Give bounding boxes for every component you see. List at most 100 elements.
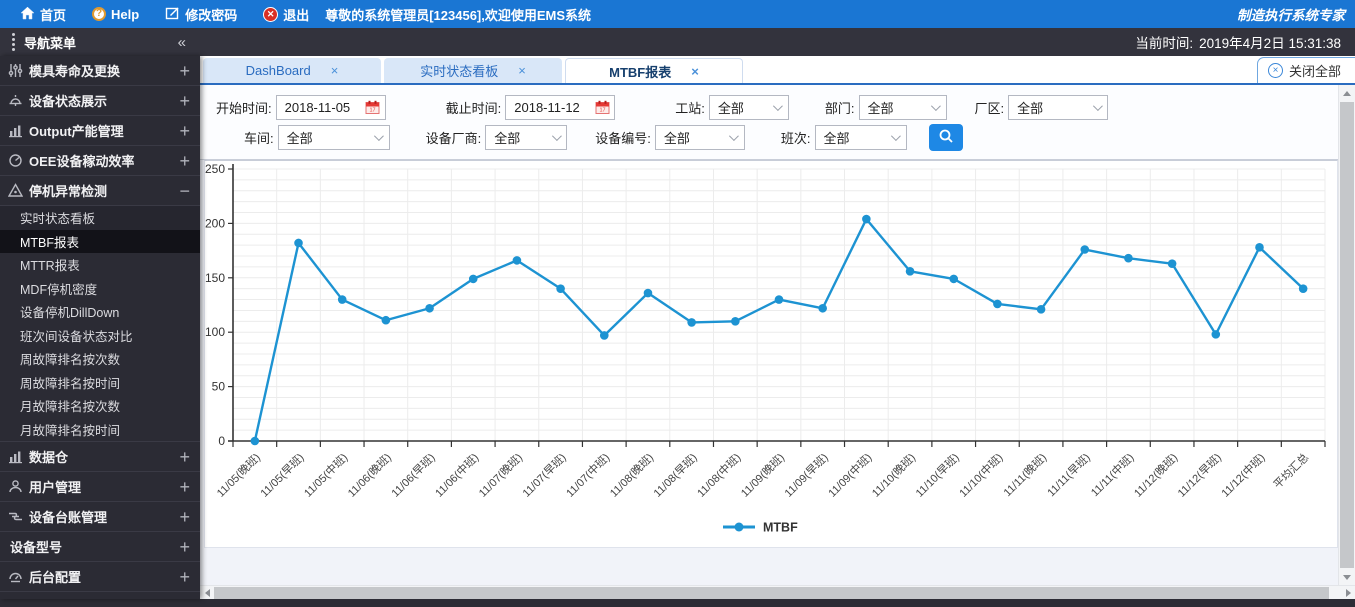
chevron-down-icon [766, 96, 788, 119]
svg-text:250: 250 [205, 162, 225, 176]
sidebar-item-equipment-status-display[interactable]: 设备状态展示 + [0, 86, 200, 116]
circle-close-icon: × [1267, 63, 1283, 78]
department-select[interactable]: 全部 [858, 94, 947, 120]
svg-text:17: 17 [599, 108, 605, 114]
filter-row-2: 车间: 全部 设备厂商: 全部 设备编号: 全部 班次: 全部 [208, 122, 1355, 152]
factory-area-select[interactable]: 全部 [1008, 94, 1109, 120]
svg-text:11/06(早班): 11/06(早班) [389, 451, 438, 500]
help-button[interactable]: ? Help [92, 7, 139, 22]
dashboard-icon [6, 568, 25, 585]
close-tab-icon[interactable]: × [691, 65, 699, 78]
chevron-down-icon [367, 126, 389, 149]
sidebar-subitem-monthly-fault-rank-by-count[interactable]: 月故障排名按次数 [0, 394, 200, 418]
user-icon [6, 478, 25, 495]
sidebar-item-downtime-anomaly-detection[interactable]: 停机异常检测 − [0, 176, 200, 206]
plus-icon[interactable]: + [179, 122, 190, 140]
sidebar-item-user-management[interactable]: 用户管理 + [0, 472, 200, 502]
plus-icon[interactable]: + [179, 92, 190, 110]
scroll-left-arrow[interactable] [200, 586, 214, 600]
svg-text:17: 17 [370, 108, 376, 114]
sidebar-subitem-mtbf-report[interactable]: MTBF报表 [0, 229, 200, 253]
calendar-icon[interactable]: 17 [592, 96, 612, 119]
station-label: 工站: [675, 100, 705, 116]
tab-mtbf-report[interactable]: MTBF报表 × [565, 58, 743, 83]
plus-icon[interactable]: + [179, 568, 190, 586]
shift-select[interactable]: 全部 [814, 124, 907, 150]
plus-icon[interactable]: + [179, 152, 190, 170]
sidebar-subitem-weekly-fault-rank-by-count[interactable]: 周故障排名按次数 [0, 347, 200, 371]
main-content: DashBoard × 实时状态看板 × MTBF报表 × × 关闭全部 开始时… [200, 56, 1355, 599]
help-label: Help [111, 6, 140, 22]
sidebar-subitem-realtime-status-board[interactable]: 实时状态看板 [0, 206, 200, 230]
sidebar-subitem-equipment-downtime-dilldown[interactable]: 设备停机DillDown [0, 300, 200, 324]
equipment-id-select[interactable]: 全部 [654, 124, 745, 150]
scroll-right-arrow[interactable] [1341, 586, 1355, 600]
change-password-button[interactable]: 修改密码 [165, 5, 237, 24]
tab-label: DashBoard [245, 63, 311, 78]
svg-text:0: 0 [218, 434, 225, 448]
end-time-label: 截止时间: [445, 100, 502, 116]
mtbf-line-chart: 0 50 100 150 200 250 11/05(晚班)11/05(早班)11/05(中… [205, 162, 1326, 535]
plus-icon[interactable]: + [179, 448, 190, 466]
sidebar-item-mold-life-and-replacement[interactable]: 模具寿命及更换 + [0, 56, 200, 86]
svg-text:11/07(晚班): 11/07(晚班) [476, 451, 525, 500]
equipment-id-label: 设备编号: [595, 130, 651, 146]
chevron-down-icon [1085, 96, 1107, 119]
end-date-input[interactable]: 2018-11-12 17 [505, 94, 616, 120]
svg-text:11/06(晚班): 11/06(晚班) [345, 451, 394, 500]
search-icon [938, 128, 954, 147]
tab-dashboard[interactable]: DashBoard × [203, 58, 381, 83]
tab-label: 实时状态看板 [420, 64, 499, 79]
collapse-sidebar-icon[interactable]: « [178, 34, 186, 51]
minus-icon[interactable]: − [179, 182, 190, 200]
sidebar-item-backend-config[interactable]: 后台配置 + [0, 562, 200, 592]
svg-text:11/10(晚班): 11/10(晚班) [869, 451, 918, 500]
start-date-input[interactable]: 2018-11-05 17 [275, 94, 386, 120]
sidebar-item-label: 设备台账管理 [29, 510, 108, 525]
scroll-up-arrow[interactable] [1339, 85, 1355, 101]
close-all-tabs-button[interactable]: × 关闭全部 [1256, 57, 1355, 83]
horizontal-scroll-thumb[interactable] [214, 586, 1329, 599]
svg-text:11/12(早班): 11/12(早班) [1175, 451, 1224, 500]
sidebar-item-label: OEE设备稼动效率 [29, 154, 135, 169]
sidebar-header: 导航菜单 « [0, 28, 200, 56]
sidebar-item-equipment-model[interactable]: 设备型号 + [0, 532, 200, 562]
welcome-message: 尊敬的系统管理员[123456],欢迎使用EMS系统 [325, 7, 592, 23]
equipment-vendor-select[interactable]: 全部 [485, 124, 568, 150]
logout-button[interactable]: ✕ 退出 [263, 5, 309, 24]
close-tab-icon[interactable]: × [518, 64, 526, 77]
svg-text:11/11(早班): 11/11(早班) [1045, 451, 1093, 499]
calendar-icon[interactable]: 17 [363, 96, 383, 119]
tab-realtime-status-board[interactable]: 实时状态看板 × [384, 58, 562, 83]
close-all-label: 关闭全部 [1288, 64, 1341, 79]
sidebar-item-output-capacity-management[interactable]: Output产能管理 + [0, 116, 200, 146]
gauge-icon [6, 152, 25, 169]
search-button[interactable] [928, 123, 963, 151]
sidebar-item-oee-equipment-efficiency[interactable]: OEE设备稼动效率 + [0, 146, 200, 176]
vertical-scroll-thumb[interactable] [1340, 102, 1354, 568]
sidebar-item-equipment-ledger-management[interactable]: 设备台账管理 + [0, 502, 200, 532]
home-button[interactable]: 首页 [20, 5, 66, 24]
sidebar-subitem-weekly-fault-rank-by-time[interactable]: 周故障排名按时间 [0, 371, 200, 395]
scroll-down-arrow[interactable] [1339, 569, 1355, 585]
vertical-scrollbar[interactable] [1338, 85, 1355, 585]
plus-icon[interactable]: + [179, 538, 190, 556]
plus-icon[interactable]: + [179, 478, 190, 496]
plus-icon[interactable]: + [179, 508, 190, 526]
chart-area: 0 50 100 150 200 250 11/05(晚班) 11/05(早班) 11/05(中… [200, 160, 1355, 585]
sidebar-item-data-warehouse[interactable]: 数据仓 + [0, 442, 200, 472]
svg-text:100: 100 [205, 325, 225, 339]
close-tab-icon[interactable]: × [331, 64, 339, 77]
svg-text:11/05(早班): 11/05(早班) [258, 451, 307, 500]
svg-text:50: 50 [212, 380, 226, 394]
current-time-value: 2019年4月2日 15:31:38 [1199, 36, 1341, 51]
horizontal-scrollbar[interactable] [200, 585, 1355, 599]
workshop-select[interactable]: 全部 [277, 124, 390, 150]
station-select[interactable]: 全部 [708, 94, 789, 120]
plus-icon[interactable]: + [179, 62, 190, 80]
sidebar-subitem-shift-status-compare[interactable]: 班次间设备状态对比 [0, 324, 200, 348]
sidebar-subitem-monthly-fault-rank-by-time[interactable]: 月故障排名按时间 [0, 418, 200, 442]
sidebar-subitem-mdf-downtime-density[interactable]: MDF停机密度 [0, 277, 200, 301]
sidebar-subitem-mttr-report[interactable]: MTTR报表 [0, 253, 200, 277]
shift-label: 班次: [780, 130, 811, 146]
